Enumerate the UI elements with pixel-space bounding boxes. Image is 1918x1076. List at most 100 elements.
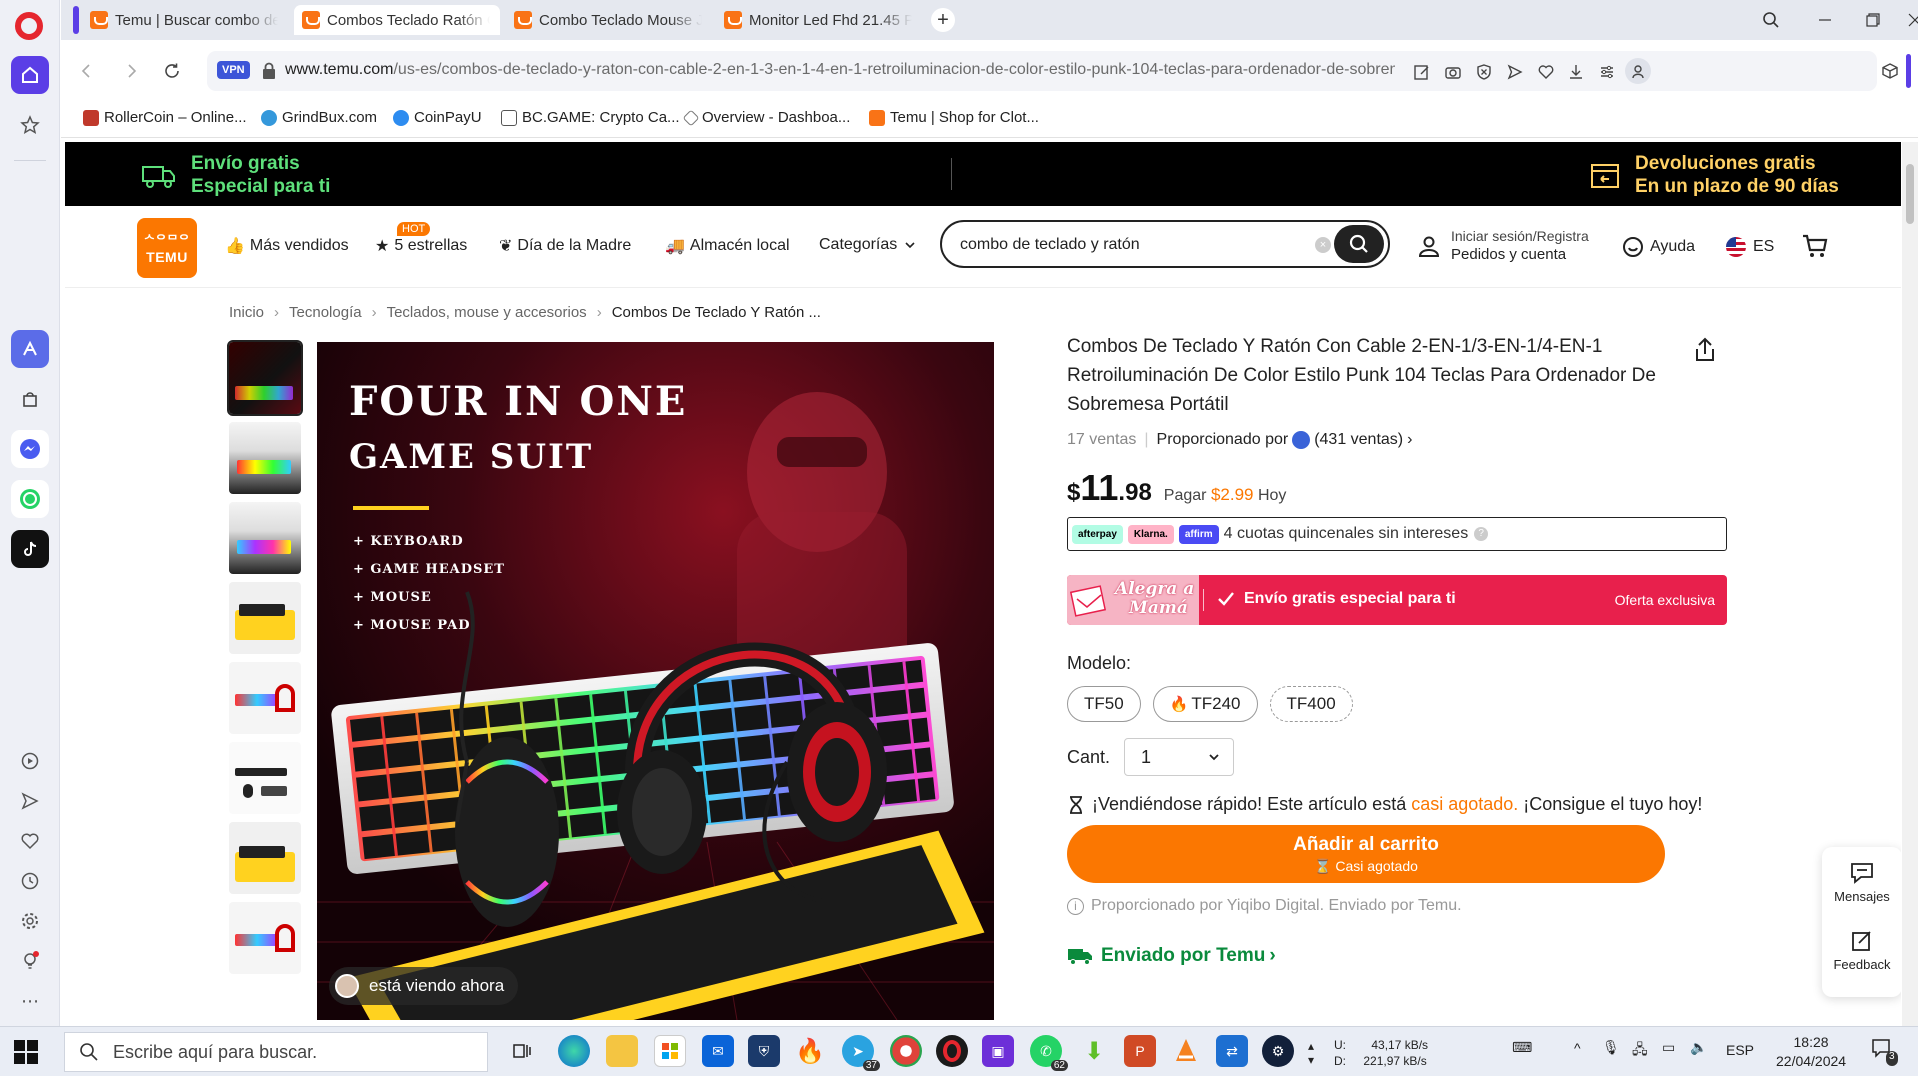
- search-tabs-icon[interactable]: [1751, 6, 1791, 34]
- crumb-home[interactable]: Inicio: [229, 304, 264, 321]
- extensions-cube-icon[interactable]: [1879, 60, 1901, 82]
- new-tab-button[interactable]: +: [931, 8, 955, 32]
- reload-icon[interactable]: [157, 56, 187, 86]
- heart-icon[interactable]: [11, 822, 49, 860]
- edit-icon[interactable]: [1411, 61, 1433, 83]
- product-main-image[interactable]: FOUR IN ONE GAME SUIT + KEYBOARD + GAME …: [317, 342, 994, 1020]
- network-icon[interactable]: 🖧: [1632, 1039, 1648, 1063]
- search-field[interactable]: combo de teclado y ratón ×: [940, 220, 1390, 268]
- file-explorer-icon[interactable]: [606, 1035, 638, 1067]
- powerpoint-icon[interactable]: P: [1124, 1035, 1156, 1067]
- bookmark-overview[interactable]: Overview - Dashboa...: [682, 109, 850, 126]
- steam-icon[interactable]: ⚙: [1262, 1035, 1294, 1067]
- installments-box[interactable]: afterpay Klarna. affirm 4 cuotas quincen…: [1067, 517, 1727, 551]
- store-logo-icon[interactable]: [1292, 431, 1311, 449]
- close-window-icon[interactable]: [1895, 6, 1918, 34]
- opera-menu-icon[interactable]: [15, 12, 43, 40]
- more-icon[interactable]: ⋯: [11, 982, 49, 1020]
- search-button[interactable]: [1334, 225, 1384, 263]
- help-link[interactable]: Ayuda: [1622, 236, 1695, 258]
- nav-five-stars[interactable]: ★ 5 estrellas: [375, 236, 467, 256]
- input-language[interactable]: ESP: [1726, 1042, 1754, 1058]
- mic-icon[interactable]: 🎙: [1602, 1039, 1620, 1056]
- free-returns-promo[interactable]: Devoluciones gratis En un plazo de 90 dí…: [1589, 152, 1839, 198]
- profile-icon[interactable]: [1625, 58, 1651, 84]
- thumbnail[interactable]: [229, 822, 301, 894]
- cart-button[interactable]: [1801, 232, 1829, 260]
- quantity-select[interactable]: 1: [1124, 738, 1235, 776]
- settings-icon[interactable]: [11, 902, 49, 940]
- model-option-tf400[interactable]: TF400: [1269, 686, 1353, 722]
- shipped-by-temu[interactable]: Enviado por Temu ›: [1067, 945, 1727, 967]
- adblock-icon[interactable]: [1473, 61, 1495, 83]
- nav-local-warehouse[interactable]: 🚚 Almacén local: [665, 236, 790, 256]
- thumbnail[interactable]: [229, 902, 301, 974]
- player-icon[interactable]: [11, 742, 49, 780]
- notifications-icon[interactable]: 3: [1870, 1037, 1898, 1066]
- bookmark-rollercoin[interactable]: RollerCoin – Online...: [83, 109, 247, 126]
- lightbulb-icon[interactable]: [11, 942, 49, 980]
- flame-app-icon[interactable]: 🔥: [794, 1035, 826, 1067]
- system-clock[interactable]: 18:28 22/04/2024: [1776, 1033, 1846, 1071]
- nav-best-sellers[interactable]: 👍 Más vendidos: [225, 236, 349, 256]
- send-icon[interactable]: [11, 782, 49, 820]
- bookmark-coinpayu[interactable]: CoinPayU: [393, 109, 482, 126]
- chevron-right-icon[interactable]: ›: [1407, 431, 1412, 449]
- vlc-icon[interactable]: [1170, 1035, 1202, 1067]
- tray-scroll-arrows[interactable]: ▴ ▾: [1308, 1039, 1314, 1067]
- temu-logo[interactable]: ᄉᄋᄆᄋ TEMU: [137, 218, 197, 278]
- messenger-icon[interactable]: [11, 430, 49, 468]
- download-app-icon[interactable]: ⬇: [1078, 1035, 1110, 1067]
- thumbnail[interactable]: [229, 502, 301, 574]
- bookmark-grindbux[interactable]: GrindBux.com: [261, 109, 377, 126]
- taskbar-search[interactable]: Escribe aquí para buscar.: [64, 1032, 488, 1072]
- tab-combo-mouse[interactable]: Combo Teclado Mouse Ju: [506, 5, 712, 35]
- messages-button[interactable]: Mensajes: [1822, 861, 1901, 904]
- bookmark-temu[interactable]: Temu | Shop for Clot...: [869, 109, 1039, 126]
- minimize-icon[interactable]: [1805, 6, 1845, 34]
- nav-mothers-day[interactable]: ❦ Día de la Madre: [499, 236, 631, 256]
- opera-taskbar-icon[interactable]: [936, 1035, 968, 1067]
- url-field[interactable]: VPN www.temu.com/us-es/combos-de-teclado…: [207, 51, 1877, 91]
- page-scrollbar[interactable]: [1902, 142, 1918, 1026]
- lock-icon[interactable]: [262, 62, 276, 80]
- history-icon[interactable]: [11, 862, 49, 900]
- send-to-flow-icon[interactable]: [1504, 61, 1526, 83]
- forward-icon[interactable]: [117, 56, 147, 86]
- thumbnail[interactable]: [229, 422, 301, 494]
- volume-icon[interactable]: 🔈: [1690, 1039, 1707, 1056]
- home-icon[interactable]: [11, 56, 49, 94]
- edge-icon[interactable]: [558, 1035, 590, 1067]
- crumb-keyboards[interactable]: Teclados, mouse y accesorios: [387, 304, 587, 321]
- store-sales[interactable]: (431 ventas): [1314, 431, 1403, 449]
- tab-temu-search[interactable]: Temu | Buscar combo de t: [82, 5, 288, 35]
- camera-icon[interactable]: [1442, 61, 1464, 83]
- aria-ai-icon[interactable]: [11, 330, 49, 368]
- language-selector[interactable]: ES: [1725, 236, 1774, 258]
- mail-icon[interactable]: ✉: [702, 1035, 734, 1067]
- account-menu[interactable]: Iniciar sesión/Registra Pedidos y cuenta: [1417, 227, 1589, 264]
- search-input[interactable]: combo de teclado y ratón: [960, 236, 1140, 254]
- download-icon[interactable]: [1565, 61, 1587, 83]
- restore-icon[interactable]: [1853, 6, 1893, 34]
- windows-start-icon[interactable]: [14, 1040, 38, 1064]
- feedback-button[interactable]: Feedback: [1822, 929, 1901, 972]
- chrome-icon[interactable]: [890, 1035, 922, 1067]
- model-option-tf50[interactable]: TF50: [1067, 686, 1141, 722]
- crumb-technology[interactable]: Tecnología: [289, 304, 362, 321]
- thumbnail[interactable]: [229, 742, 301, 814]
- star-icon[interactable]: [11, 106, 49, 144]
- share-icon[interactable]: [1691, 336, 1719, 364]
- model-option-tf240[interactable]: 🔥 TF240: [1152, 686, 1258, 722]
- add-to-cart-button[interactable]: Añadir al carrito ⌛ Casi agotado: [1067, 825, 1665, 883]
- shopping-bag-icon[interactable]: [11, 380, 49, 418]
- task-view-icon[interactable]: [506, 1035, 538, 1067]
- tab-monitor-led[interactable]: Monitor Led Fhd 21.45 Pu: [716, 5, 922, 35]
- scrollbar-thumb[interactable]: [1906, 164, 1914, 224]
- battery-icon[interactable]: ▭: [1662, 1039, 1675, 1056]
- defender-icon[interactable]: ⛨: [748, 1035, 780, 1067]
- nav-categories[interactable]: Categorías: [819, 236, 917, 254]
- whatsapp-taskbar-icon[interactable]: ✆ 62: [1030, 1035, 1068, 1071]
- thumbnail[interactable]: [229, 582, 301, 654]
- bookmark-heart-icon[interactable]: [1535, 61, 1557, 83]
